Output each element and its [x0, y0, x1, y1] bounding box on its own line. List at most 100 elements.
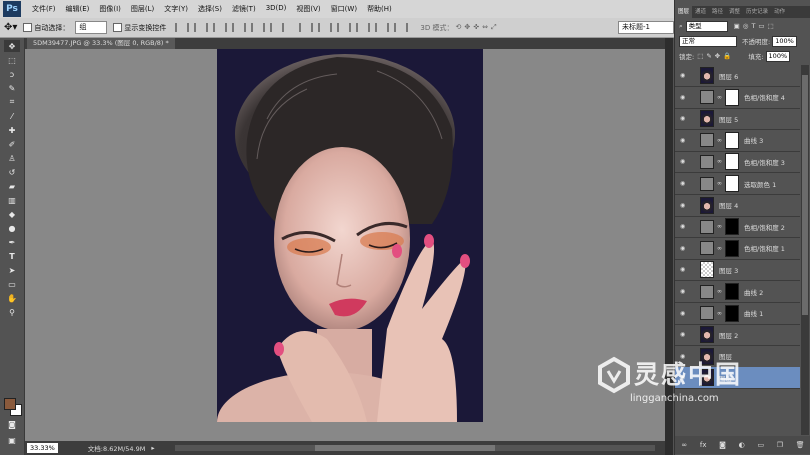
layer-row[interactable]: ◉ 图层 4: [675, 195, 800, 217]
shape-tool-icon[interactable]: ▭: [4, 278, 20, 290]
menu-item[interactable]: 视图(V): [291, 4, 325, 14]
status-arrow-icon[interactable]: ▸: [151, 444, 154, 452]
menu-item[interactable]: 文字(Y): [159, 4, 193, 14]
align-center-icon[interactable]: [251, 23, 266, 32]
lasso-tool-icon[interactable]: ↄ: [4, 68, 20, 80]
eyedropper-tool-icon[interactable]: ⁄: [4, 110, 20, 122]
menu-item[interactable]: 帮助(H): [362, 4, 397, 14]
brush-tool-icon[interactable]: ✐: [4, 138, 20, 150]
document-tab[interactable]: 5DM39477.JPG @ 33.3% (图层 0, RGB/8) *: [27, 38, 175, 49]
distribute-middle-icon[interactable]: [318, 23, 333, 32]
mask-link-icon[interactable]: ∞: [717, 245, 725, 252]
screen-mode-icon[interactable]: ▣: [4, 434, 20, 446]
layer-row[interactable]: ◉ ∞ 色相/饱和度 1: [675, 238, 800, 260]
layer-thumbnail[interactable]: [700, 196, 714, 214]
mask-link-icon[interactable]: ∞: [717, 180, 725, 187]
link-icon[interactable]: ∞: [681, 441, 687, 449]
layers-scrollbar[interactable]: [801, 65, 809, 435]
move-tool-icon[interactable]: ✥▾: [4, 22, 17, 33]
layer-row[interactable]: ◉ 图层: [675, 367, 800, 390]
layer-row[interactable]: ◉ ∞ 色相/饱和度 3: [675, 151, 800, 174]
zoom-tool-icon[interactable]: ⚲: [4, 306, 20, 318]
show-transform-checkbox[interactable]: [113, 23, 123, 32]
layer-row[interactable]: ◉ ∞ 色相/饱和度 4: [675, 87, 800, 109]
visibility-eye-icon[interactable]: ◉: [680, 245, 690, 252]
visibility-eye-icon[interactable]: ◉: [680, 94, 690, 101]
layer-thumbnail[interactable]: [700, 369, 714, 387]
layer-thumbnail[interactable]: [700, 347, 714, 365]
visibility-eye-icon[interactable]: ◉: [680, 266, 690, 273]
visibility-eye-icon[interactable]: ◉: [680, 353, 690, 360]
layer-mask-thumbnail[interactable]: [725, 153, 739, 171]
layer-row[interactable]: ◉ 图层 3: [675, 259, 800, 282]
align-left-icon[interactable]: [232, 23, 247, 32]
mask-link-icon[interactable]: ∞: [717, 310, 725, 317]
layer-row[interactable]: ◉ ∞ 选取颜色 1: [675, 173, 800, 195]
visibility-eye-icon[interactable]: ◉: [680, 331, 690, 338]
layer-mask-thumbnail[interactable]: [725, 304, 739, 322]
visibility-eye-icon[interactable]: ◉: [680, 158, 690, 165]
layer-row[interactable]: ◉ 图层 6: [675, 65, 800, 87]
zoom-level-field[interactable]: 33.33%: [27, 443, 58, 453]
opacity-input[interactable]: 100%: [772, 35, 797, 47]
mask-link-icon[interactable]: ∞: [717, 158, 725, 165]
layer-thumbnail[interactable]: [700, 326, 714, 344]
align-bottom-icon[interactable]: [213, 23, 228, 32]
layers-scroll-thumb[interactable]: [802, 75, 808, 315]
healing-brush-icon[interactable]: ✚: [4, 124, 20, 136]
panel-tab[interactable]: 通道: [692, 6, 709, 18]
mask-link-icon[interactable]: ∞: [717, 137, 725, 144]
layer-row[interactable]: ◉ ∞ 曲线 2: [675, 281, 800, 303]
layer-mask-thumbnail[interactable]: [725, 131, 739, 149]
distribute-center-icon[interactable]: [375, 23, 390, 32]
layer-mask-thumbnail[interactable]: [725, 283, 739, 300]
panel-tab[interactable]: 路径: [709, 6, 726, 18]
crop-tool-icon[interactable]: ⌗: [4, 96, 20, 108]
visibility-eye-icon[interactable]: ◉: [680, 288, 690, 295]
distribute-bottom-icon[interactable]: [337, 23, 352, 32]
menu-item[interactable]: 选择(S): [193, 4, 227, 14]
quick-mask-icon[interactable]: ◙: [4, 418, 20, 430]
align-right-icon[interactable]: [270, 23, 285, 32]
visibility-eye-icon[interactable]: ◉: [680, 223, 690, 230]
pen-tool-icon[interactable]: ✒: [4, 236, 20, 248]
menu-item[interactable]: 窗口(W): [326, 4, 362, 14]
lock-icons[interactable]: ⬚✎✥🔒: [697, 52, 734, 60]
hand-tool-icon[interactable]: ✋: [4, 292, 20, 304]
auto-select-dropdown[interactable]: 组: [75, 21, 108, 34]
menu-item[interactable]: 图像(I): [94, 4, 126, 14]
dodge-tool-icon[interactable]: ●: [4, 222, 20, 234]
move-tool-icon[interactable]: ✥: [4, 40, 20, 52]
menu-item[interactable]: 3D(D): [261, 4, 292, 14]
auto-select-checkbox[interactable]: [23, 23, 33, 32]
layer-row[interactable]: ◉ 图层 5: [675, 108, 800, 131]
layer-thumbnail[interactable]: [700, 261, 714, 279]
vertical-scrollbar[interactable]: [665, 38, 673, 455]
workspace-dropdown[interactable]: 未标题-1: [618, 21, 674, 34]
blur-tool-icon[interactable]: ◆: [4, 208, 20, 220]
trash-icon[interactable]: 🗑: [796, 441, 805, 449]
auto-select-option[interactable]: 自动选择：: [23, 23, 69, 33]
layer-kind-filter[interactable]: 类型: [685, 20, 728, 32]
layer-row[interactable]: ◉ ∞ 曲线 1: [675, 303, 800, 325]
show-transform-option[interactable]: 显示变换控件: [113, 23, 166, 33]
type-tool-icon[interactable]: T: [4, 250, 20, 262]
fill-input[interactable]: 100%: [765, 50, 791, 62]
eraser-tool-icon[interactable]: ▰: [4, 180, 20, 192]
distribute-right-icon[interactable]: [394, 23, 409, 32]
filter-type-icons[interactable]: ▣◎T▭⬚: [734, 22, 777, 30]
layer-thumbnail[interactable]: [700, 67, 714, 84]
visibility-eye-icon[interactable]: ◉: [680, 310, 690, 317]
filter-icon[interactable]: ⌕: [679, 22, 683, 31]
visibility-eye-icon[interactable]: ◉: [680, 115, 690, 122]
fx-icon[interactable]: fx: [700, 441, 707, 449]
path-select-icon[interactable]: ➤: [4, 264, 20, 276]
layer-row[interactable]: ◉ 图层 2: [675, 324, 800, 347]
layer-mask-thumbnail[interactable]: [725, 218, 739, 236]
distribute-top-icon[interactable]: [299, 23, 314, 32]
layer-thumbnail[interactable]: [700, 110, 714, 128]
group-icon[interactable]: ▭: [757, 441, 764, 449]
mask-icon[interactable]: ◙: [719, 441, 726, 449]
history-brush-icon[interactable]: ↺: [4, 166, 20, 178]
layer-row[interactable]: ◉ 图层: [675, 346, 800, 368]
